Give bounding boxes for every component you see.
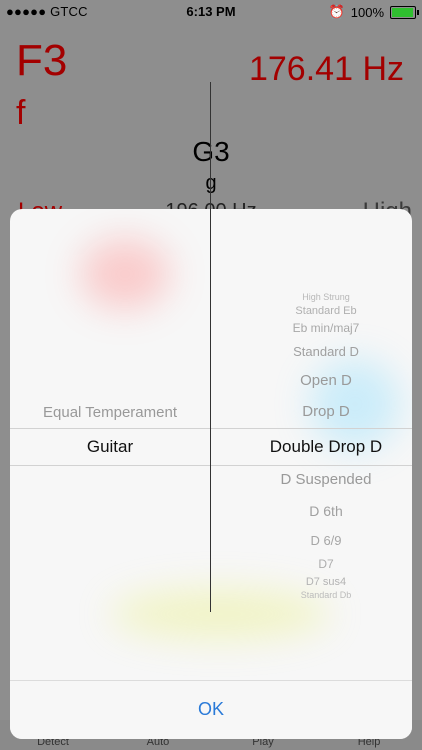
tuning-picker-sheet: Equal Temperament Guitar High Strung Sta… (10, 209, 412, 739)
picker-option-guitar[interactable]: Guitar (10, 437, 210, 457)
picker-option[interactable]: Open D (210, 372, 412, 389)
sheet-footer: OK (10, 680, 412, 739)
status-bar: ●●●●● GTCC 6:13 PM ⏰ 100% (0, 0, 422, 22)
detected-frequency: 176.41 Hz (249, 50, 404, 89)
tuning-picker[interactable]: Equal Temperament Guitar High Strung Sta… (10, 209, 412, 679)
battery-icon (390, 5, 419, 19)
picker-option[interactable]: Standard Db (210, 590, 412, 600)
picker-option[interactable]: Standard Eb (210, 305, 412, 317)
picker-option[interactable]: D Suspended (210, 471, 412, 488)
tuner-needle (210, 82, 211, 612)
picker-option[interactable]: Drop D (210, 403, 412, 420)
picker-option[interactable]: D 6th (210, 503, 412, 519)
picker-option-selected[interactable]: Double Drop D (210, 437, 412, 457)
alarm-icon: ⏰ (328, 4, 345, 19)
picker-option[interactable]: D 6/9 (210, 533, 412, 548)
battery-percent: 100% (350, 4, 384, 20)
status-right: ⏰ 100% (328, 4, 419, 20)
picker-option[interactable]: Standard D (210, 344, 412, 359)
picker-option-equal-temperament[interactable]: Equal Temperament (10, 404, 210, 421)
ok-button[interactable]: OK (10, 699, 412, 720)
target-note-solfege: g (205, 172, 217, 194)
picker-option[interactable]: Eb min/maj7 (210, 321, 412, 335)
picker-option[interactable]: D7 (210, 557, 412, 571)
target-note: G3 (0, 136, 422, 168)
detected-frequency-unit: Hz (362, 50, 404, 88)
detected-note-solfege: f (16, 94, 26, 132)
detected-note: F3 (16, 36, 68, 85)
picker-option[interactable]: D7 sus4 (210, 576, 412, 588)
detected-frequency-value: 176.41 (248, 50, 353, 88)
picker-option[interactable]: High Strung (210, 292, 412, 302)
